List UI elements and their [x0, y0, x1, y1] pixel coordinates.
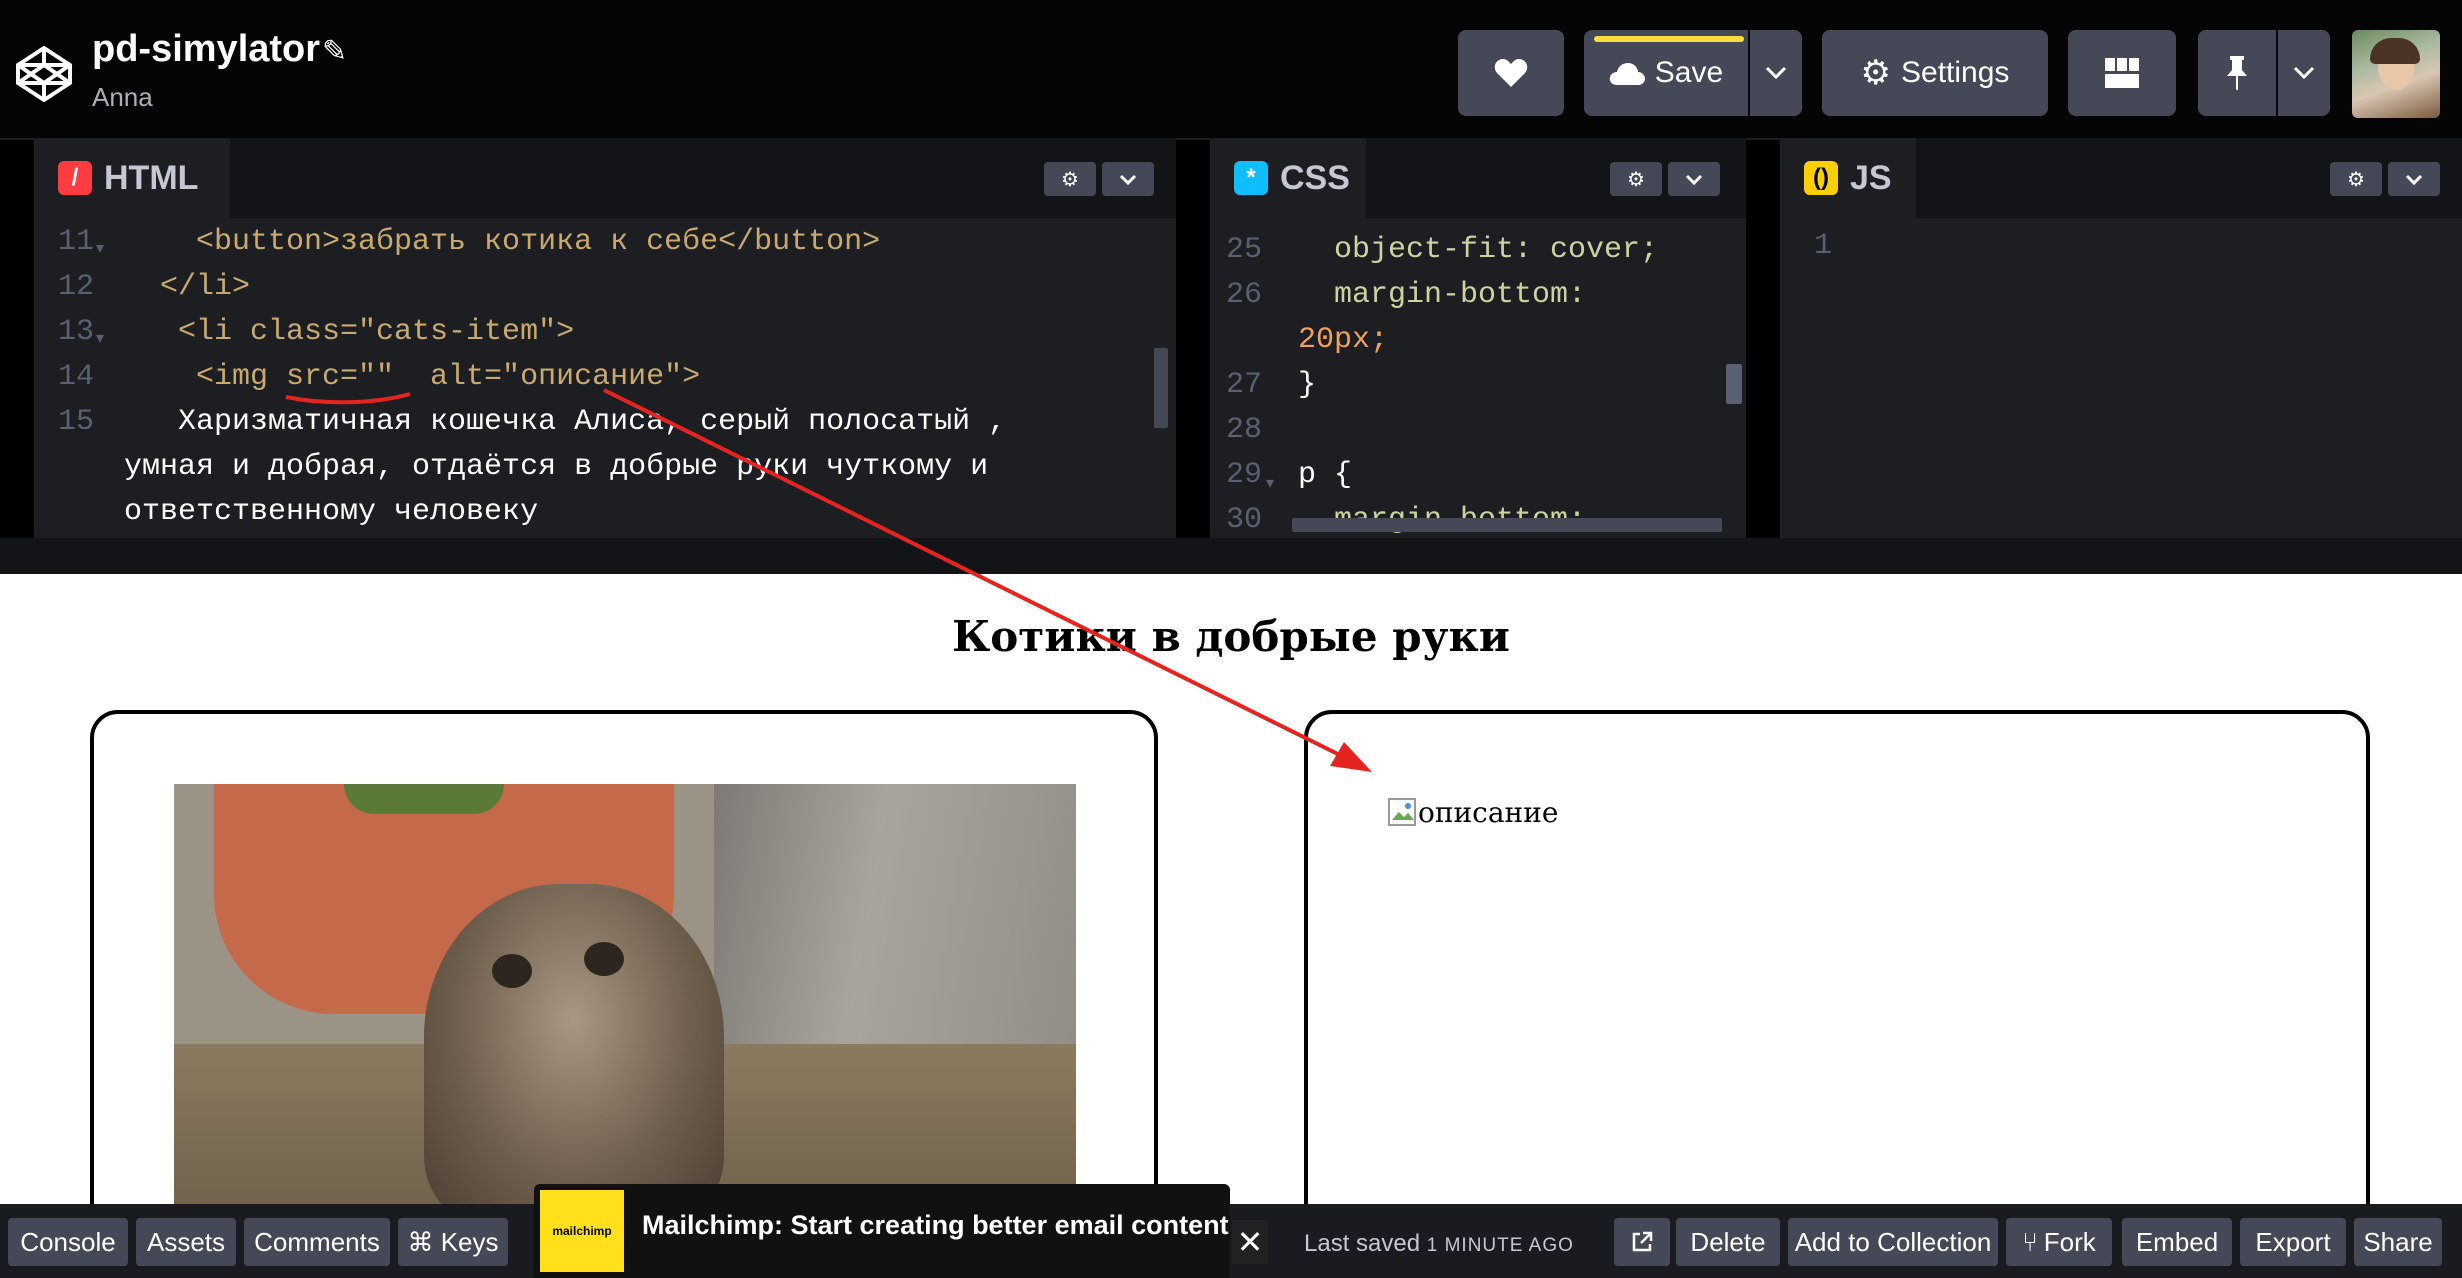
annotation-underline	[285, 392, 411, 405]
bottom-bar: Console Assets Comments ⌘ Keys mailchimp…	[0, 1184, 2462, 1278]
last-saved-time: 1 MINUTE AGO	[1426, 1235, 1574, 1256]
assets-button[interactable]: Assets	[136, 1218, 236, 1266]
fork-button[interactable]: ⑂ Fork	[2006, 1218, 2112, 1266]
external-link-icon	[1632, 1231, 1653, 1252]
fork-icon: ⑂	[2022, 1226, 2038, 1257]
embed-button[interactable]: Embed	[2122, 1218, 2232, 1266]
open-external-button[interactable]	[1614, 1218, 1670, 1266]
add-to-collection-button[interactable]: Add to Collection	[1788, 1218, 1998, 1266]
ad-text: Mailchimp: Start creating better email c…	[642, 1210, 1259, 1240]
delete-button[interactable]: Delete	[1676, 1218, 1780, 1266]
annotation-overlay	[285, 388, 1372, 772]
fork-label: Fork	[2043, 1226, 2096, 1257]
annotation-arrow-line	[603, 388, 1363, 768]
keys-button[interactable]: ⌘ Keys	[398, 1218, 508, 1266]
share-button[interactable]: Share	[2354, 1218, 2442, 1266]
close-ad-icon[interactable]: ✕	[1232, 1220, 1268, 1264]
comments-button[interactable]: Comments	[244, 1218, 390, 1266]
annotation-arrow-head	[1330, 742, 1372, 772]
last-saved-status: Last saved 1 MINUTE AGO	[1304, 1230, 1574, 1258]
last-saved-label: Last saved	[1304, 1230, 1421, 1257]
console-button[interactable]: Console	[8, 1218, 128, 1266]
mailchimp-logo-text: mailchimp	[552, 1224, 612, 1238]
mailchimp-logo: mailchimp	[540, 1190, 624, 1272]
ad-banner[interactable]: mailchimp Mailchimp: Start creating bett…	[534, 1184, 1259, 1278]
export-button[interactable]: Export	[2240, 1218, 2346, 1266]
